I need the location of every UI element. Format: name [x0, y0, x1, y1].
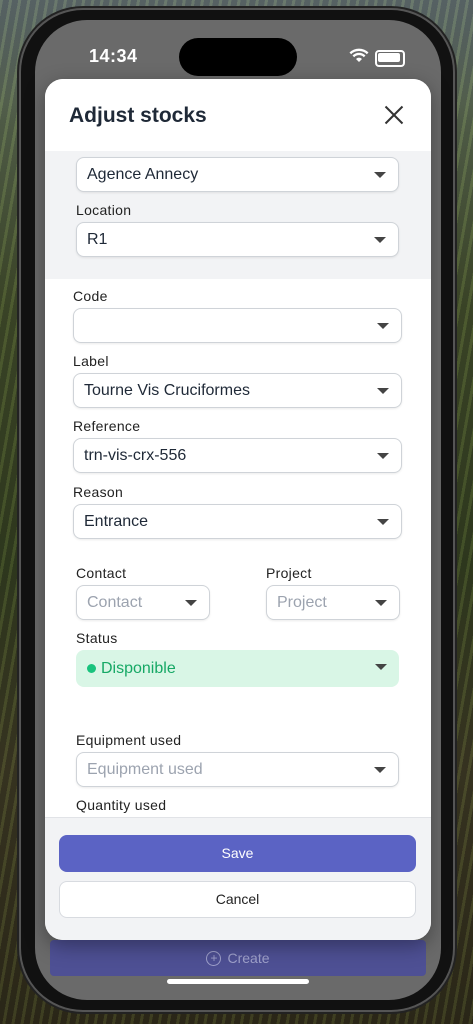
chevron-down-icon	[377, 323, 389, 329]
quantity-label: Quantity used	[76, 797, 167, 813]
chevron-down-icon	[377, 388, 389, 394]
chevron-down-icon	[375, 664, 387, 670]
location-value: R1	[87, 231, 108, 248]
contact-placeholder: Contact	[87, 594, 143, 611]
modal-title: Adjust stocks	[69, 104, 207, 127]
code-label: Code	[73, 288, 108, 304]
reason-label: Reason	[73, 484, 124, 500]
battery-icon	[375, 50, 405, 67]
chevron-down-icon	[375, 600, 387, 606]
close-icon[interactable]	[382, 103, 406, 127]
code-select[interactable]	[73, 308, 402, 343]
chevron-down-icon	[374, 767, 386, 773]
project-select[interactable]: Project	[266, 585, 400, 620]
adjust-stocks-modal: Adjust stocks Agence Annecy Location R1 …	[45, 79, 431, 940]
modal-footer: Save Cancel	[45, 817, 431, 940]
agency-value: Agence Annecy	[87, 166, 199, 183]
status-time: 14:34	[89, 46, 138, 66]
create-button: + Create	[50, 940, 426, 976]
agency-select[interactable]: Agence Annecy	[76, 157, 399, 192]
contact-label: Contact	[76, 565, 127, 581]
status-value: Disponible	[101, 660, 176, 677]
label-label: Label	[73, 353, 109, 369]
reason-select[interactable]: Entrance	[73, 504, 402, 539]
equipment-select[interactable]: Equipment used	[76, 752, 399, 787]
save-button[interactable]: Save	[59, 835, 416, 872]
home-indicator	[167, 979, 309, 984]
plus-circle-icon: +	[206, 950, 222, 966]
chevron-down-icon	[377, 519, 389, 525]
contact-select[interactable]: Contact	[76, 585, 210, 620]
chevron-down-icon	[185, 600, 197, 606]
reference-value: trn-vis-crx-556	[84, 447, 187, 464]
reference-label: Reference	[73, 418, 141, 434]
reference-select[interactable]: trn-vis-crx-556	[73, 438, 402, 473]
chevron-down-icon	[377, 453, 389, 459]
reason-value: Entrance	[84, 513, 149, 530]
label-value: Tourne Vis Cruciformes	[84, 382, 250, 399]
create-label: Create	[227, 950, 270, 966]
dynamic-island	[179, 38, 297, 76]
cancel-button[interactable]: Cancel	[59, 881, 416, 918]
label-select[interactable]: Tourne Vis Cruciformes	[73, 373, 402, 408]
status-dot-icon	[87, 664, 96, 673]
wifi-icon	[349, 48, 369, 62]
project-label: Project	[266, 565, 312, 581]
status-bar: 14:34	[35, 20, 441, 88]
chevron-down-icon	[374, 172, 386, 178]
modal-header: Adjust stocks	[45, 79, 431, 151]
status-label: Status	[76, 630, 118, 646]
location-select[interactable]: R1	[76, 222, 399, 257]
location-label: Location	[76, 202, 132, 218]
chevron-down-icon	[374, 237, 386, 243]
project-placeholder: Project	[277, 594, 327, 611]
equipment-placeholder: Equipment used	[87, 761, 203, 778]
equipment-label: Equipment used	[76, 732, 182, 748]
status-select[interactable]: Disponible	[76, 650, 399, 687]
